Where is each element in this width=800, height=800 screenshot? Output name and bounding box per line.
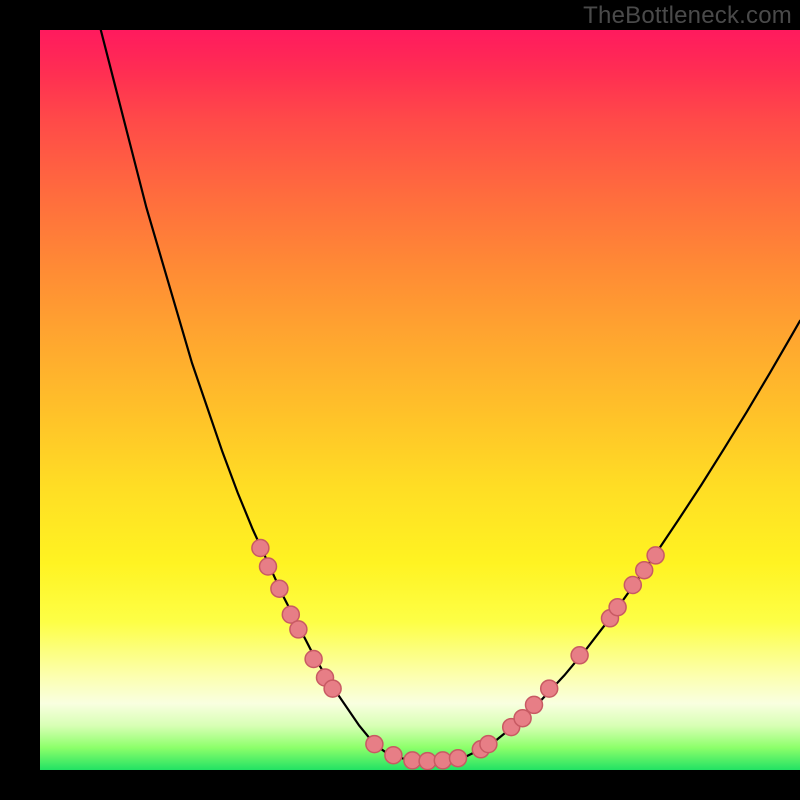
data-marker <box>252 540 269 557</box>
data-marker <box>434 752 451 769</box>
data-marker <box>609 599 626 616</box>
data-marker <box>647 547 664 564</box>
plot-area <box>40 30 800 770</box>
data-marker <box>271 580 288 597</box>
chart-frame: TheBottleneck.com <box>0 0 800 800</box>
data-marker <box>366 736 383 753</box>
data-marker <box>404 752 421 769</box>
data-marker <box>305 651 322 668</box>
data-marker <box>385 747 402 764</box>
chart-overlay <box>40 30 800 770</box>
curve-right-branch <box>496 321 800 741</box>
watermark-text: TheBottleneck.com <box>583 2 792 30</box>
data-marker <box>419 753 436 770</box>
data-marker <box>526 696 543 713</box>
data-marker <box>450 750 467 767</box>
data-marker <box>260 558 277 575</box>
data-marker <box>624 577 641 594</box>
data-marker <box>480 736 497 753</box>
marker-group <box>252 540 664 770</box>
data-marker <box>324 680 341 697</box>
data-marker <box>636 562 653 579</box>
data-marker <box>571 647 588 664</box>
data-marker <box>290 621 307 638</box>
curve-left-branch <box>101 30 390 755</box>
data-marker <box>541 680 558 697</box>
